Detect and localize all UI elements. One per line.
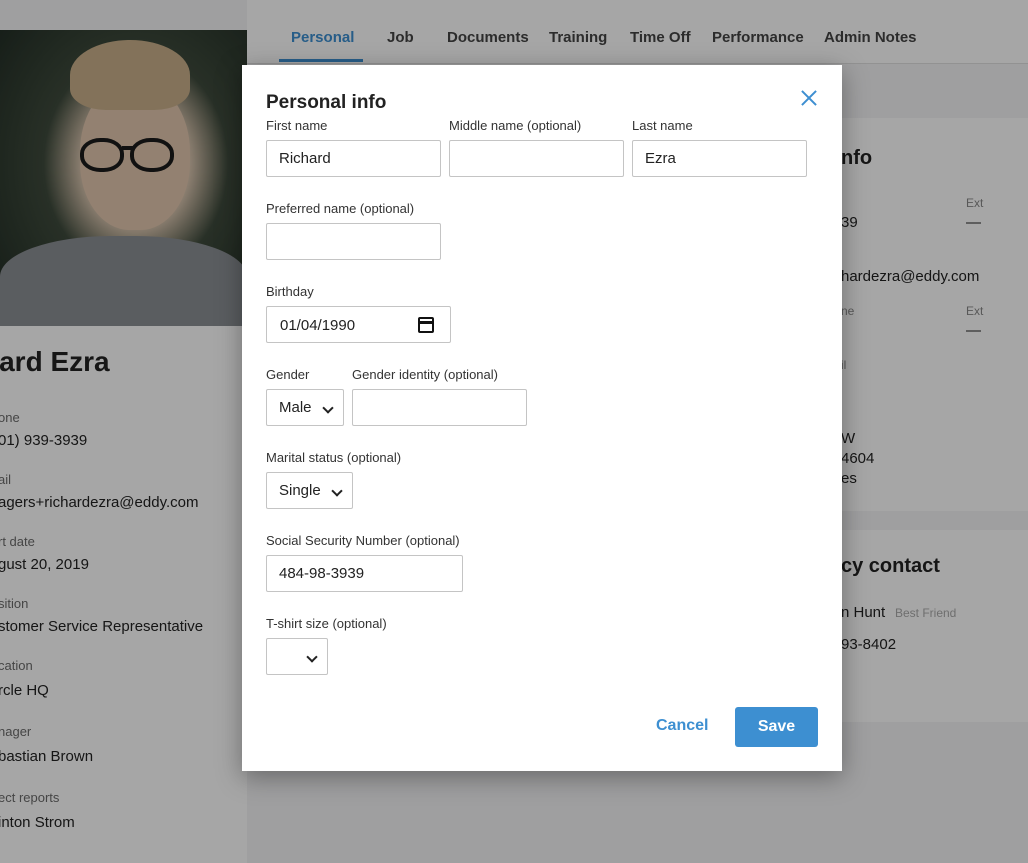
middle-name-label: Middle name (optional) xyxy=(449,118,582,133)
birthday-date-input[interactable]: 01/04/1990 xyxy=(266,306,451,343)
gender-identity-input[interactable] xyxy=(352,389,527,426)
modal-title: Personal info xyxy=(266,92,387,113)
cancel-button[interactable]: Cancel xyxy=(656,717,708,735)
last-name-input[interactable] xyxy=(632,140,807,177)
ssn-input[interactable] xyxy=(266,555,463,592)
gender-identity-label: Gender identity (optional) xyxy=(352,367,498,382)
first-name-input[interactable] xyxy=(266,140,441,177)
chevron-down-icon xyxy=(322,402,334,414)
gender-value: Male xyxy=(279,399,312,416)
birthday-label: Birthday xyxy=(266,284,314,299)
tshirt-size-select[interactable] xyxy=(266,638,328,675)
marital-status-label: Marital status (optional) xyxy=(266,450,402,465)
close-icon[interactable] xyxy=(798,87,820,109)
preferred-name-input[interactable] xyxy=(266,223,441,260)
preferred-name-label: Preferred name (optional) xyxy=(266,201,415,216)
tshirt-size-label: T-shirt size (optional) xyxy=(266,616,387,631)
gender-label: Gender xyxy=(266,367,310,382)
personal-info-modal: Personal info First name Middle name (op… xyxy=(242,65,842,771)
first-name-label: First name xyxy=(266,118,328,133)
last-name-label: Last name xyxy=(632,118,693,133)
birthday-value: 01/04/1990 xyxy=(280,317,356,334)
middle-name-input[interactable] xyxy=(449,140,624,177)
chevron-down-icon xyxy=(306,651,318,663)
calendar-icon[interactable] xyxy=(418,317,434,333)
marital-status-value: Single xyxy=(279,482,321,499)
save-button[interactable]: Save xyxy=(735,707,818,747)
gender-select[interactable]: Male xyxy=(266,389,344,426)
ssn-label: Social Security Number (optional) xyxy=(266,533,460,548)
marital-status-select[interactable]: Single xyxy=(266,472,353,509)
chevron-down-icon xyxy=(331,485,343,497)
